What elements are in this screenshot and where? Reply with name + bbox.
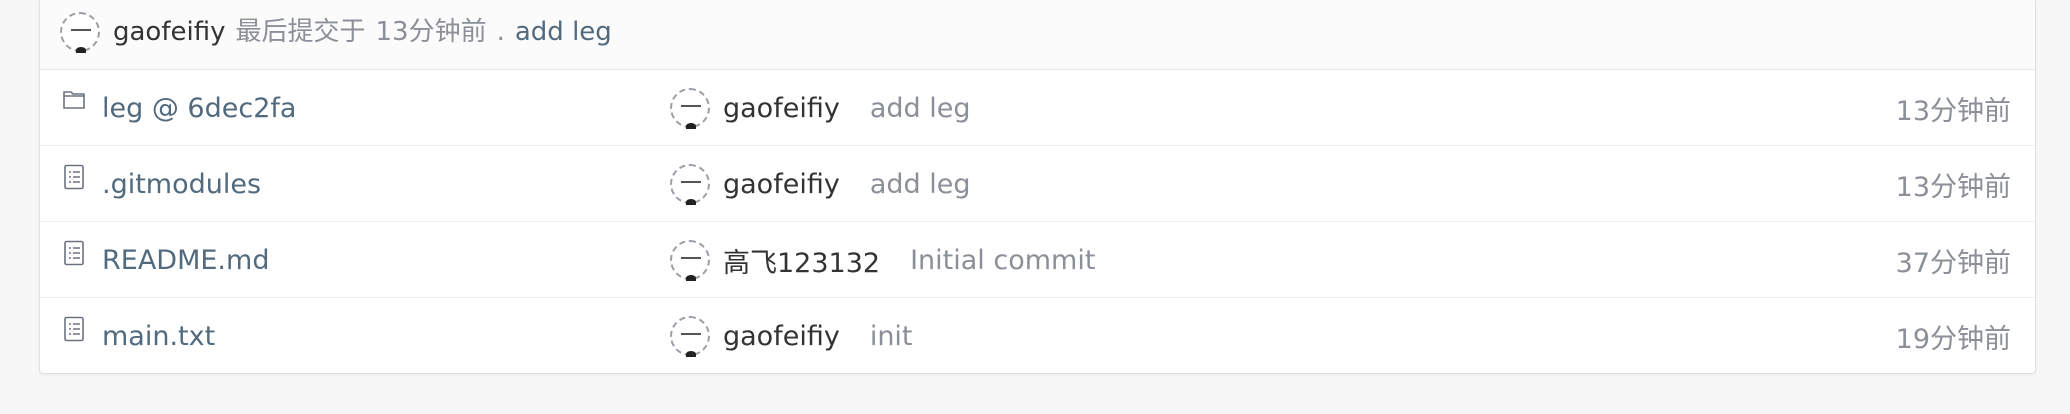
file-commit-author[interactable]: gaofeifiy	[723, 321, 840, 352]
file-commit-cell: 高飞123132 Initial commit	[670, 222, 1095, 298]
file-commit-message[interactable]: init	[870, 321, 913, 352]
file-commit-author[interactable]: gaofeifiy	[723, 93, 840, 124]
file-row: .gitmodules gaofeifiy add leg 13分钟前	[40, 146, 2035, 222]
avatar[interactable]	[670, 88, 710, 129]
file-commit-author[interactable]: gaofeifiy	[723, 169, 840, 200]
file-row: README.md 高飞123132 Initial commit 37分钟前	[40, 222, 2035, 298]
file-commit-message[interactable]: add leg	[870, 93, 971, 124]
file-name-link[interactable]: .gitmodules	[102, 169, 261, 200]
file-commit-cell: gaofeifiy init	[670, 298, 913, 374]
avatar[interactable]	[670, 240, 710, 281]
commit-separator: .	[496, 17, 505, 47]
file-commit-time: 37分钟前	[1895, 247, 2011, 279]
file-commit-author[interactable]: 高飞123132	[723, 241, 880, 280]
file-commit-message[interactable]: add leg	[870, 169, 971, 200]
file-row: main.txt gaofeifiy init 19分钟前	[40, 298, 2035, 374]
file-commit-time: 13分钟前	[1895, 171, 2011, 203]
file-commit-cell: gaofeifiy add leg	[670, 70, 970, 146]
file-name-link[interactable]: README.md	[102, 245, 269, 276]
repo-file-list-panel: gaofeifiy 最后提交于 13分钟前 . add leg leg @ 6d…	[39, 0, 2036, 374]
file-name-link[interactable]: leg @ 6dec2fa	[102, 93, 296, 124]
file-text-icon	[62, 240, 86, 268]
file-name-cell: .gitmodules	[62, 146, 261, 222]
file-name-cell: README.md	[62, 222, 269, 298]
file-name-cell: main.txt	[62, 298, 215, 374]
commit-label: 最后提交于	[235, 17, 366, 47]
file-commit-cell: gaofeifiy add leg	[670, 146, 970, 222]
avatar[interactable]	[670, 164, 710, 205]
file-commit-message[interactable]: Initial commit	[910, 245, 1095, 276]
file-text-icon	[62, 316, 86, 344]
latest-commit-bar: gaofeifiy 最后提交于 13分钟前 . add leg	[40, 0, 2035, 70]
avatar[interactable]	[670, 316, 710, 357]
file-name-link[interactable]: main.txt	[102, 321, 215, 352]
commit-message-link[interactable]: add leg	[515, 11, 612, 53]
commit-time: 13分钟前	[375, 17, 487, 47]
file-text-icon	[62, 164, 86, 192]
file-row: leg @ 6dec2fa gaofeifiy add leg 13分钟前	[40, 70, 2035, 146]
commit-author[interactable]: gaofeifiy	[113, 11, 225, 53]
avatar[interactable]	[60, 12, 100, 53]
file-name-cell: leg @ 6dec2fa	[62, 70, 296, 146]
file-commit-time: 19分钟前	[1895, 323, 2011, 355]
folder-icon	[62, 88, 86, 116]
file-commit-time: 13分钟前	[1895, 95, 2011, 127]
